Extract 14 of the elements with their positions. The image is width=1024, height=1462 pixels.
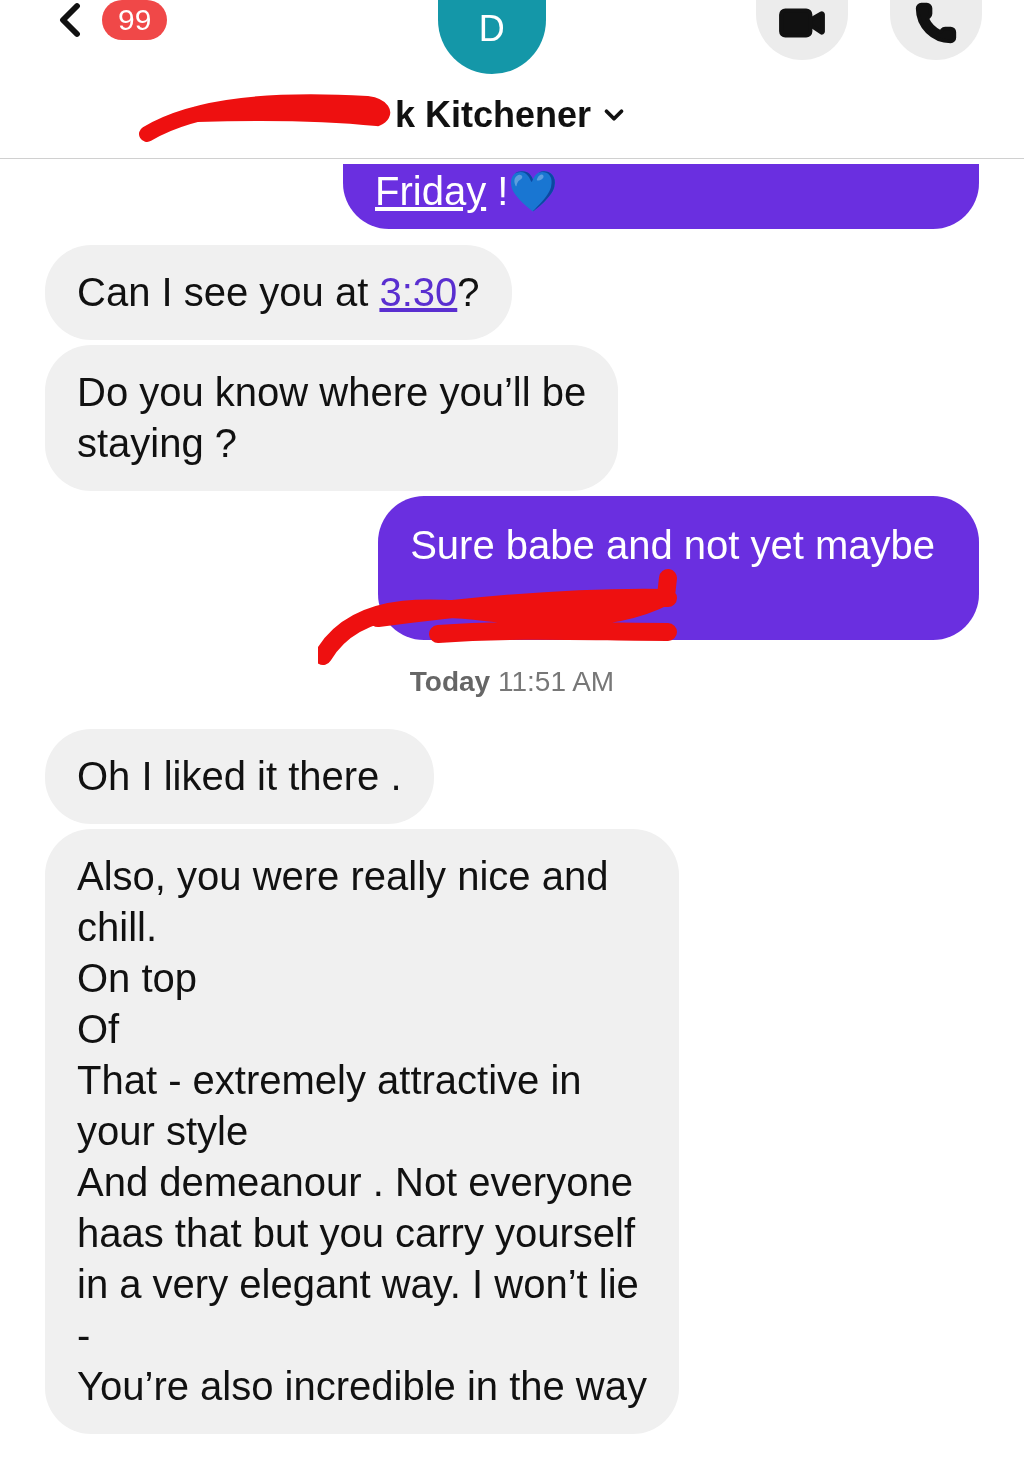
- link[interactable]: 3:30: [379, 270, 458, 314]
- call-button[interactable]: [890, 0, 982, 60]
- timestamp: Today 11:51 AM: [409, 666, 615, 698]
- unread-badge: 99: [102, 0, 168, 40]
- message-bubble: Can I see you at 3:30?: [45, 245, 512, 340]
- message-bubble: Also, you were really nice and chill. On top Of That - extremely attractive in your style And demeanour . Not everyone haas that but you carry yourself in a very elegant way. I won’t lie - You’re also incredible in the way: [45, 829, 679, 1434]
- link[interactable]: Friday: [375, 169, 487, 213]
- phone-icon: [914, 0, 958, 45]
- message-bubble: Friday !💙: [343, 164, 979, 229]
- avatar[interactable]: D: [437, 0, 546, 74]
- contact-name[interactable]: k Kitchener: [394, 94, 592, 136]
- video-call-button[interactable]: [756, 0, 848, 60]
- message-bubble: Oh I liked it there .: [45, 729, 434, 824]
- message-bubble: Do you know where you’ll be staying ?: [45, 345, 619, 491]
